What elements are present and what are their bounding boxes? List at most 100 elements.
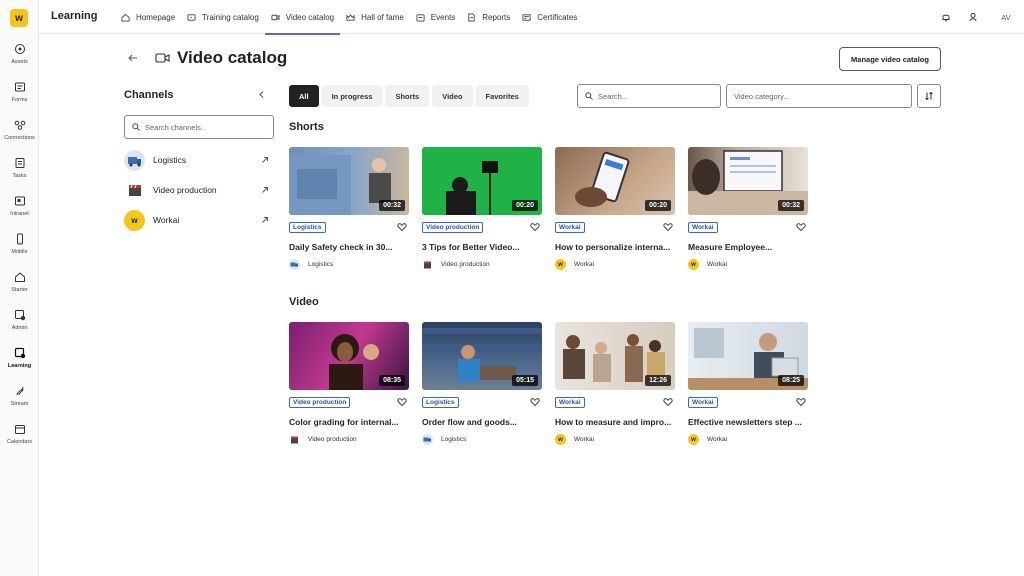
rail-item-tasks[interactable]: Tasks — [0, 157, 39, 179]
video-thumbnail[interactable]: 05:15 — [422, 322, 542, 390]
left-rail: w Assets Forms Connections Tasks Intrane… — [0, 0, 39, 576]
filter-video[interactable]: Video — [432, 85, 473, 107]
duration-badge: 05:15 — [512, 375, 538, 386]
heart-icon[interactable] — [397, 397, 407, 407]
video-thumbnail[interactable]: 00:20 — [422, 147, 542, 215]
nav-hall-of-fame[interactable]: Hall of fame — [340, 0, 410, 34]
video-title[interactable]: How to personalize interna... — [555, 242, 675, 252]
external-arrow-icon[interactable] — [261, 216, 269, 224]
category-tag: Logistics — [422, 396, 459, 408]
rail-item-forms[interactable]: Forms — [0, 81, 39, 103]
video-title[interactable]: Daily Safety check in 30... — [289, 242, 409, 252]
nav-reports[interactable]: Reports — [461, 0, 516, 34]
duration-badge: 08:35 — [379, 375, 405, 386]
nav-events[interactable]: Events — [410, 0, 461, 34]
nav-video-catalog[interactable]: Video catalog — [264, 0, 341, 35]
category-tag: Logistics — [289, 221, 326, 233]
duration-badge: 08:25 — [778, 375, 804, 386]
rail-item-stream[interactable]: Stream — [0, 385, 39, 407]
heart-icon[interactable] — [397, 222, 407, 232]
duration-badge: 12:26 — [645, 375, 671, 386]
rail-item-connections[interactable]: Connections — [0, 119, 39, 141]
notifications-button[interactable] — [932, 12, 960, 22]
rail-item-calendars[interactable]: Calendars — [0, 423, 39, 445]
video-thumbnail[interactable]: 08:35 — [289, 322, 409, 390]
video-card[interactable]: 00:20 Workai How to personalize interna.… — [555, 147, 675, 277]
rail-item-admin[interactable]: Admin — [0, 309, 39, 331]
user-search-button[interactable] — [960, 12, 988, 22]
video-thumbnail[interactable]: 08:25 — [688, 322, 808, 390]
video-card[interactable]: 00:32 Logistics Daily Safety check in 30… — [289, 147, 409, 277]
admin-icon — [14, 310, 25, 321]
nav-training-catalog[interactable]: Training catalog — [181, 0, 265, 34]
video-icon — [155, 53, 170, 63]
video-thumbnail[interactable]: 12:26 — [555, 322, 675, 390]
channels-title: Channels — [124, 89, 174, 101]
channel-item-workai[interactable]: w Workai — [124, 208, 269, 232]
external-arrow-icon[interactable] — [261, 186, 269, 194]
user-search-icon — [969, 13, 977, 22]
video-title[interactable]: Measure Employee... — [688, 242, 808, 252]
nav-certificates[interactable]: Certificates — [516, 0, 583, 34]
video-card[interactable]: 08:25 Workai Effective newsletters step … — [688, 322, 808, 452]
home-icon — [121, 13, 130, 22]
filter-chips: All In progress Shorts Video Favorites — [289, 85, 529, 107]
video-thumbnail[interactable]: 00:20 — [555, 147, 675, 215]
video-card[interactable]: 00:20 Video production 3 Tips for Better… — [422, 147, 542, 277]
rail-item-intranet[interactable]: Intranet — [0, 195, 39, 217]
heart-icon[interactable] — [796, 397, 806, 407]
rail-item-assets[interactable]: Assets — [0, 43, 39, 65]
chevron-left-icon[interactable] — [257, 90, 266, 99]
video-title[interactable]: 3 Tips for Better Video... — [422, 242, 542, 252]
channel-item-video-production[interactable]: Video production — [124, 178, 269, 202]
sort-button[interactable] — [917, 84, 941, 108]
video-card[interactable]: 12:26 Workai How to measure and impro...… — [555, 322, 675, 452]
category-tag: Video production — [422, 221, 484, 233]
video-title[interactable]: How to measure and impro... — [555, 417, 675, 427]
clapperboard-icon — [124, 179, 145, 201]
filter-shorts[interactable]: Shorts — [385, 85, 430, 107]
heart-icon[interactable] — [530, 222, 540, 232]
external-arrow-icon[interactable] — [261, 156, 269, 164]
rail-item-mobile[interactable]: Mobile — [0, 233, 39, 255]
video-category-select[interactable]: Video category... — [726, 84, 912, 108]
filter-all[interactable]: All — [289, 85, 319, 107]
heart-icon[interactable] — [796, 222, 806, 232]
duration-badge: 00:20 — [512, 200, 538, 211]
channel-name: Workai — [707, 436, 728, 443]
search-icon — [585, 92, 593, 100]
assets-icon — [14, 44, 25, 54]
avatar[interactable]: AV — [988, 13, 1024, 22]
video-card[interactable]: 08:35 Video production Color grading for… — [289, 322, 409, 452]
back-arrow-icon[interactable] — [127, 52, 139, 64]
video-search-input[interactable]: Search... — [577, 84, 721, 108]
workai-logo-icon: w — [555, 259, 566, 270]
duration-badge: 00:32 — [778, 200, 804, 211]
video-thumbnail[interactable]: 00:32 — [289, 147, 409, 215]
manage-video-catalog-button[interactable]: Manage video catalog — [839, 47, 941, 71]
shorts-section-title: Shorts — [289, 121, 324, 133]
filter-in-progress[interactable]: In progress — [321, 85, 383, 107]
nav-homepage[interactable]: Homepage — [115, 0, 181, 34]
video-card[interactable]: 00:32 Workai Measure Employee... w Worka… — [688, 147, 808, 277]
video-card[interactable]: 05:15 Logistics Order flow and goods... … — [422, 322, 542, 452]
workai-logo-icon: w — [124, 209, 145, 231]
heart-icon[interactable] — [530, 397, 540, 407]
rail-item-learning[interactable]: Learning — [0, 347, 39, 369]
rail-item-starter[interactable]: Starter — [0, 271, 39, 293]
clapperboard-icon — [289, 434, 300, 445]
sort-icon — [925, 91, 933, 101]
category-tag: Workai — [555, 221, 585, 233]
heart-icon[interactable] — [663, 222, 673, 232]
heart-icon[interactable] — [663, 397, 673, 407]
filter-favorites[interactable]: Favorites — [475, 85, 529, 107]
workai-logo[interactable]: w — [10, 9, 28, 27]
video-title[interactable]: Effective newsletters step ... — [688, 417, 808, 427]
search-icon — [132, 123, 140, 131]
video-title[interactable]: Color grading for internal... — [289, 417, 409, 427]
video-thumbnail[interactable]: 00:32 — [688, 147, 808, 215]
video-title[interactable]: Order flow and goods... — [422, 417, 542, 427]
crown-icon — [346, 13, 355, 21]
channel-item-logistics[interactable]: Logistics — [124, 148, 269, 172]
channel-search-input[interactable]: Search channels.. — [124, 115, 274, 139]
